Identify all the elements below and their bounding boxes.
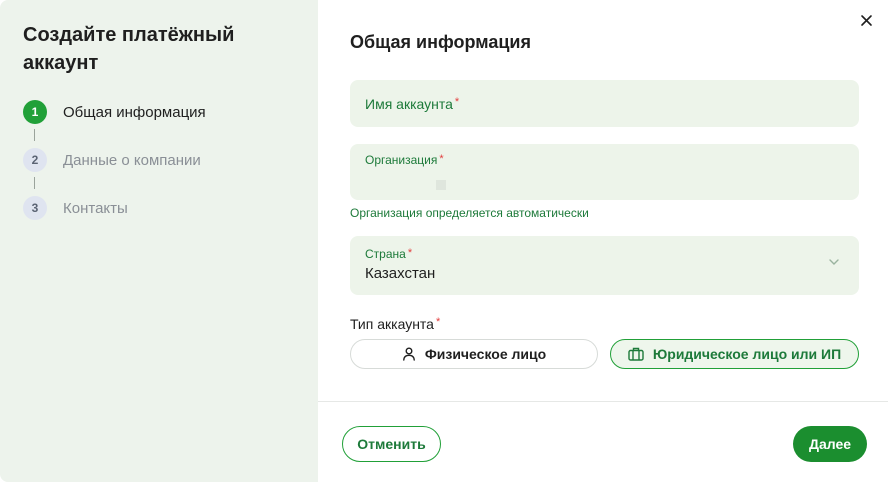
individual-option-button[interactable]: Физическое лицо	[350, 339, 598, 369]
section-title: Общая информация	[350, 32, 531, 52]
step-label: Данные о компании	[63, 151, 201, 169]
briefcase-icon	[628, 347, 644, 361]
required-mark: *	[439, 153, 444, 165]
account-name-field[interactable]: Имя аккаунта *	[350, 80, 859, 127]
step-company-data: 2 Данные о компании	[23, 148, 201, 172]
chevron-down-icon	[829, 259, 839, 265]
step-number: 1	[23, 100, 47, 124]
step-label: Контакты	[63, 199, 128, 217]
dialog-title: Создайте платёжный аккаунт	[23, 24, 235, 74]
account-name-label: Имя аккаунта *	[365, 96, 460, 112]
country-select[interactable]: Страна * Казахстан	[350, 236, 859, 295]
cancel-button[interactable]: Отменить	[342, 426, 441, 462]
country-label: Страна *	[365, 247, 413, 261]
country-value: Казахстан	[365, 265, 436, 282]
create-account-dialog: Создайте платёжный аккаунт 1 Общая инфор…	[0, 0, 888, 482]
option-label: Юридическое лицо или ИП	[652, 346, 842, 362]
option-label: Физическое лицо	[424, 346, 547, 362]
legal-entity-option-button[interactable]: Юридическое лицо или ИП	[610, 339, 859, 369]
required-mark: *	[454, 96, 460, 108]
footer-divider	[318, 401, 888, 402]
required-mark: *	[407, 247, 413, 259]
organization-field[interactable]: Организация *	[350, 144, 859, 200]
steps-sidebar: Создайте платёжный аккаунт 1 Общая инфор…	[0, 0, 318, 482]
next-button[interactable]: Далее	[793, 426, 867, 462]
step-general-info: 1 Общая информация	[23, 100, 206, 124]
step-connector	[34, 177, 35, 189]
account-type-label: Тип аккаунта *	[350, 316, 441, 332]
person-icon	[402, 347, 415, 361]
organization-hint: Организация определяется автоматически	[350, 206, 589, 220]
close-button[interactable]	[858, 12, 876, 30]
organization-label: Организация *	[365, 153, 444, 167]
organization-value-placeholder	[436, 180, 446, 190]
required-mark: *	[435, 316, 441, 328]
step-contacts: 3 Контакты	[23, 196, 128, 220]
step-label: Общая информация	[63, 103, 206, 121]
close-icon	[861, 15, 872, 26]
step-connector	[34, 129, 35, 141]
step-number: 2	[23, 148, 47, 172]
step-number: 3	[23, 196, 47, 220]
